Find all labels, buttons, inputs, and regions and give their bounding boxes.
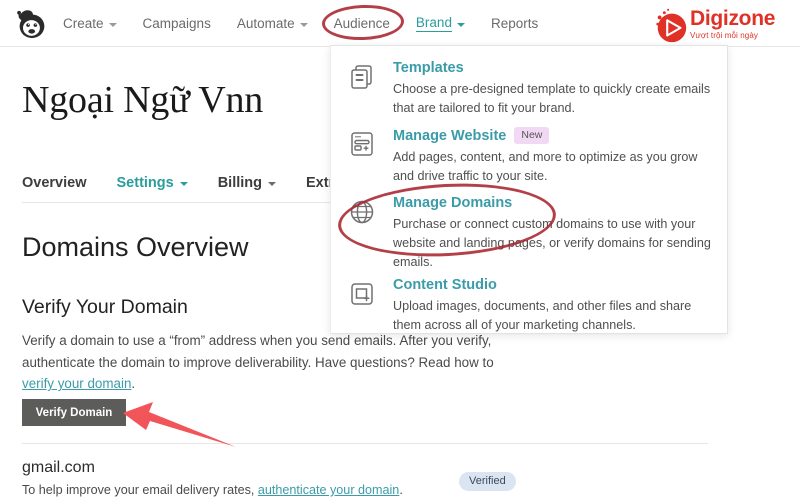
menu-item-manage-website[interactable]: Manage Website New Add pages, content, a…: [347, 127, 717, 186]
menu-item-body: Manage Website New Add pages, content, a…: [393, 127, 717, 186]
website-icon: [347, 129, 377, 159]
domain-description-text: To help improve your email delivery rate…: [22, 483, 258, 497]
nav-items: Create Campaigns Automate Audience Brand…: [50, 0, 551, 47]
nav-item-label: Create: [63, 16, 104, 31]
domain-name: gmail.com: [22, 459, 95, 476]
menu-item-body: Content Studio Upload images, documents,…: [393, 277, 717, 335]
verify-your-domain-link[interactable]: verify your domain: [22, 376, 131, 391]
menu-item-description: Add pages, content, and more to optimize…: [393, 150, 698, 184]
screenshot-root: Create Campaigns Automate Audience Brand…: [0, 0, 800, 500]
tab-label: Billing: [217, 175, 263, 191]
nav-item-label: Campaigns: [142, 16, 211, 31]
status-badge: Verified: [459, 472, 516, 491]
menu-item-description: Upload images, documents, and other file…: [393, 299, 692, 333]
section-title: Verify Your Domain: [22, 296, 188, 318]
nav-item-label: Brand: [415, 15, 452, 33]
tab-label: Settings: [116, 175, 174, 191]
menu-item-title: Manage Website New: [393, 127, 717, 144]
description-text: Verify a domain to use a “from” address …: [22, 333, 494, 370]
menu-item-templates[interactable]: Templates Choose a pre-designed template…: [347, 60, 717, 118]
tab-label: Overview: [22, 175, 87, 191]
content-studio-icon: [347, 279, 377, 309]
menu-item-title: Templates: [393, 60, 717, 76]
domain-description-period: .: [399, 483, 403, 497]
digizone-watermark: Digizone Vượt trội mỗi ngày: [650, 5, 790, 43]
menu-item-label: Content Studio: [393, 277, 497, 293]
nav-item-campaigns[interactable]: Campaigns: [130, 0, 224, 47]
verify-domain-button[interactable]: Verify Domain: [22, 399, 126, 426]
page-account-name: Ngoại Ngữ Vnn: [22, 79, 264, 121]
description-period: .: [131, 376, 136, 392]
nav-item-brand[interactable]: Brand: [403, 0, 478, 47]
chevron-down-icon: [299, 22, 308, 27]
digizone-tagline: Vượt trội mỗi ngày: [690, 31, 758, 40]
nav-item-automate[interactable]: Automate: [224, 0, 321, 47]
chevron-down-icon: [179, 182, 188, 186]
nav-item-create[interactable]: Create: [50, 0, 130, 47]
nav-item-label: Automate: [236, 16, 295, 31]
new-badge: New: [514, 127, 550, 144]
domain-description: To help improve your email delivery rate…: [22, 483, 403, 497]
menu-item-label: Templates: [393, 60, 464, 76]
authenticate-your-domain-link[interactable]: authenticate your domain: [258, 483, 399, 497]
menu-item-description: Choose a pre-designed template to quickl…: [393, 82, 711, 116]
menu-item-title: Content Studio: [393, 277, 717, 293]
chevron-down-icon: [456, 22, 465, 27]
domain-row: gmail.com To help improve your email del…: [22, 459, 403, 497]
nav-item-reports[interactable]: Reports: [478, 0, 551, 47]
tab-billing[interactable]: Billing: [217, 175, 277, 191]
menu-item-content-studio[interactable]: Content Studio Upload images, documents,…: [347, 277, 717, 335]
mailchimp-freddie-logo[interactable]: [14, 6, 50, 42]
page-title: Domains Overview: [22, 232, 249, 262]
tab-overview[interactable]: Overview: [22, 175, 87, 191]
digizone-name: Digizone: [690, 7, 776, 30]
annotation-arrow-verify-domain: [120, 395, 270, 455]
menu-item-label: Manage Website: [393, 127, 507, 144]
digizone-text-block: Digizone Vượt trội mỗi ngày: [690, 8, 775, 40]
nav-item-label: Reports: [490, 16, 539, 31]
chevron-down-icon: [108, 22, 117, 27]
section-description: Verify a domain to use a “from” address …: [22, 330, 514, 395]
menu-item-body: Templates Choose a pre-designed template…: [393, 60, 717, 118]
brand-dropdown-panel: Templates Choose a pre-designed template…: [330, 45, 728, 334]
tab-settings[interactable]: Settings: [117, 175, 188, 191]
chevron-down-icon: [268, 182, 277, 186]
templates-icon: [347, 62, 377, 92]
